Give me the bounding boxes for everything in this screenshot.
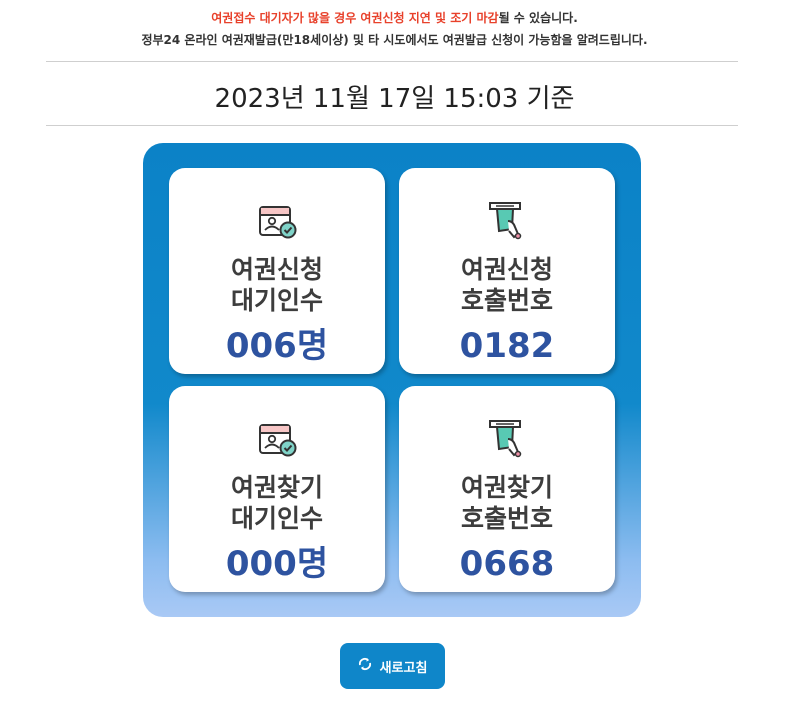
calendar-person-check-icon bbox=[255, 417, 299, 461]
notice-line-1: 여권접수 대기자가 많을 경우 여권신청 지연 및 조기 마감될 수 있습니다. bbox=[0, 9, 789, 26]
notice-highlight: 여권접수 대기자가 많을 경우 여권신청 지연 및 조기 마감 bbox=[211, 11, 499, 25]
card-pickup-waiting: 여권찾기 대기인수 000명 bbox=[169, 386, 385, 592]
card-label: 여권신청 대기인수 bbox=[230, 255, 323, 315]
refresh-button[interactable]: 새로고침 bbox=[340, 643, 445, 689]
card-value: 000명 bbox=[225, 544, 329, 584]
divider-top bbox=[46, 61, 738, 62]
card-value: 0668 bbox=[459, 544, 555, 584]
notice-line-2: 정부24 온라인 여권재발급(만18세이상) 및 타 시도에서도 여권발급 신청… bbox=[141, 33, 648, 47]
refresh-icon bbox=[358, 657, 372, 675]
card-label: 여권신청 호출번호 bbox=[460, 255, 553, 315]
calendar-person-check-icon bbox=[255, 199, 299, 243]
ticket-dispenser-icon bbox=[485, 417, 529, 461]
card-application-waiting: 여권신청 대기인수 006명 bbox=[169, 168, 385, 374]
ticket-dispenser-icon bbox=[485, 199, 529, 243]
refresh-label: 새로고침 bbox=[379, 660, 428, 676]
card-label: 여권찾기 대기인수 bbox=[230, 473, 323, 533]
card-label: 여권찾기 호출번호 bbox=[460, 473, 553, 533]
card-value: 006명 bbox=[225, 326, 329, 366]
card-application-call-number: 여권신청 호출번호 0182 bbox=[399, 168, 615, 374]
card-value: 0182 bbox=[459, 326, 555, 366]
notice-rest: 될 수 있습니다. bbox=[498, 11, 578, 25]
card-pickup-call-number: 여권찾기 호출번호 0668 bbox=[399, 386, 615, 592]
timestamp: 2023년 11월 17일 15:03 기준 bbox=[214, 84, 575, 114]
divider-bottom bbox=[46, 125, 738, 126]
